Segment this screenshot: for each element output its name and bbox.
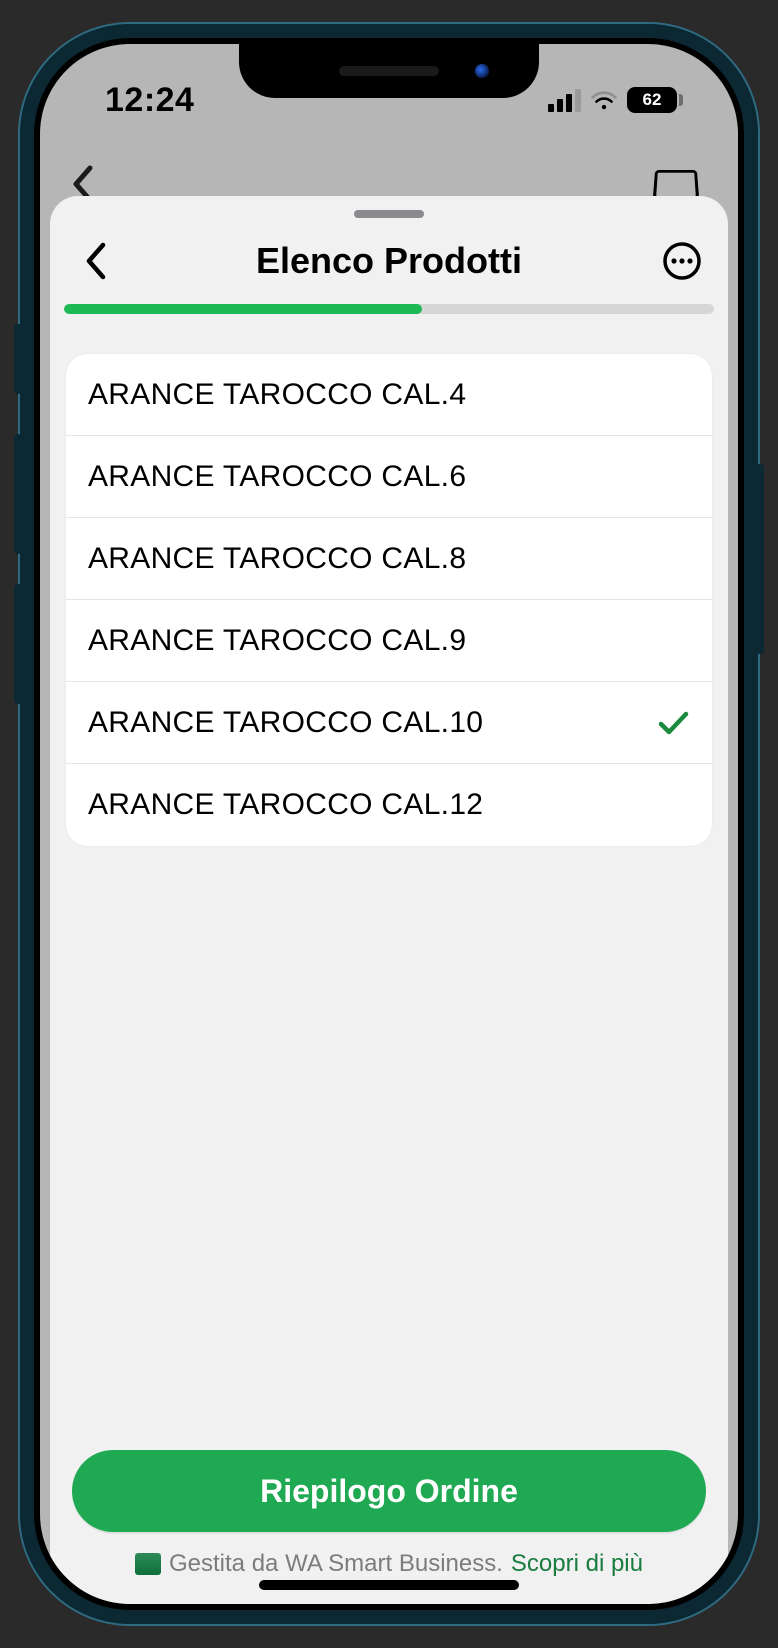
battery-percent: 62 xyxy=(643,90,662,110)
more-button[interactable] xyxy=(660,239,704,283)
check-icon xyxy=(656,706,690,740)
product-row[interactable]: ARANCE TAROCCO CAL.6 xyxy=(66,436,712,518)
order-summary-button[interactable]: Riepilogo Ordine xyxy=(72,1450,706,1532)
product-label: ARANCE TAROCCO CAL.4 xyxy=(88,378,466,412)
product-label: ARANCE TAROCCO CAL.6 xyxy=(88,460,466,494)
product-row[interactable]: ARANCE TAROCCO CAL.12 xyxy=(66,764,712,846)
front-camera xyxy=(475,64,489,78)
screen: 12:24 62 xyxy=(40,44,738,1604)
product-list: ARANCE TAROCCO CAL.4 ARANCE TAROCCO CAL.6… xyxy=(66,354,712,846)
side-button xyxy=(14,324,22,394)
status-right: 62 xyxy=(548,87,683,113)
back-button[interactable] xyxy=(74,239,118,283)
page-title: Elenco Prodotti xyxy=(256,240,522,282)
product-label: ARANCE TAROCCO CAL.8 xyxy=(88,542,466,576)
status-time: 12:24 xyxy=(105,81,194,120)
wifi-icon xyxy=(591,89,617,111)
learn-more-link[interactable]: Scopri di più xyxy=(511,1550,643,1578)
wa-badge-icon xyxy=(135,1553,161,1575)
volume-up-button xyxy=(14,434,22,554)
volume-down-button xyxy=(14,584,22,704)
product-label: ARANCE TAROCCO CAL.12 xyxy=(88,788,483,822)
managed-by-line: Gestita da WA Smart Business. Scopri di … xyxy=(72,1550,706,1578)
product-row[interactable]: ARANCE TAROCCO CAL.4 xyxy=(66,354,712,436)
bottom-sheet: Elenco Prodotti ARANCE T xyxy=(50,196,728,1604)
progress-bar xyxy=(64,304,714,314)
product-label: ARANCE TAROCCO CAL.9 xyxy=(88,624,466,658)
chevron-left-icon xyxy=(83,241,109,281)
product-row[interactable]: ARANCE TAROCCO CAL.8 xyxy=(66,518,712,600)
managed-by-text: Gestita da WA Smart Business. xyxy=(169,1550,503,1578)
progress-fill xyxy=(64,304,422,314)
sheet-header: Elenco Prodotti xyxy=(50,224,728,298)
battery-indicator: 62 xyxy=(627,87,683,113)
home-indicator[interactable] xyxy=(259,1580,519,1590)
phone-frame: 12:24 62 xyxy=(20,24,758,1624)
product-label: ARANCE TAROCCO CAL.10 xyxy=(88,706,483,740)
sheet-grabber[interactable] xyxy=(354,210,424,218)
notch xyxy=(239,44,539,98)
product-row[interactable]: ARANCE TAROCCO CAL.10 xyxy=(66,682,712,764)
more-horizontal-icon xyxy=(662,241,702,281)
power-button xyxy=(756,464,764,654)
cellular-signal-icon xyxy=(548,88,581,112)
speaker xyxy=(339,66,439,76)
product-row[interactable]: ARANCE TAROCCO CAL.9 xyxy=(66,600,712,682)
